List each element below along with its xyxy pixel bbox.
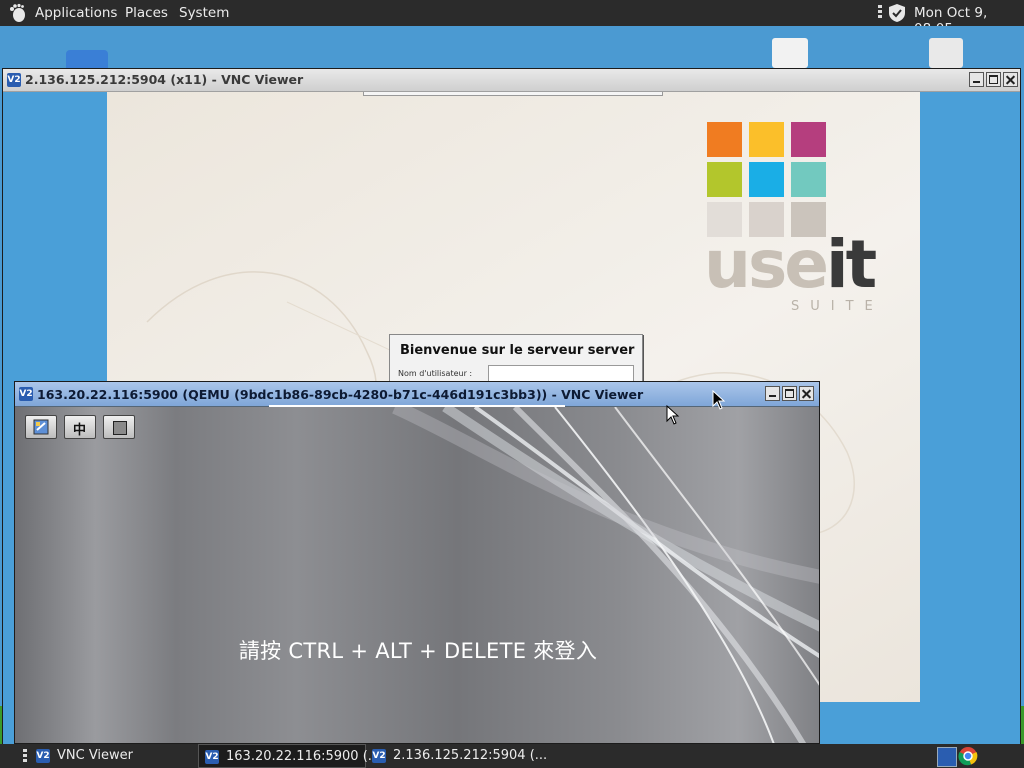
close-icon[interactable] bbox=[1003, 72, 1018, 87]
logo-tile bbox=[791, 162, 826, 197]
desktop-document-icon[interactable] bbox=[929, 38, 963, 68]
vnc-window-front[interactable]: V2 163.20.22.116:5900 (QEMU (9bdc1b86-89… bbox=[14, 381, 820, 744]
maximize-icon[interactable] bbox=[782, 386, 797, 401]
window-title: 163.20.22.116:5900 (QEMU (9bdc1b86-89cb-… bbox=[37, 387, 644, 402]
taskbar-item-front-vnc[interactable]: V2 163.20.22.116:5900 (... bbox=[198, 744, 380, 768]
vnc-viewer-icon: V2 bbox=[7, 73, 21, 87]
login-prompt: 請按 CTRL + ALT + DELETE 來登入 bbox=[238, 639, 598, 663]
keyboard-button[interactable] bbox=[25, 415, 57, 439]
menu-places[interactable]: Places bbox=[125, 5, 168, 21]
shield-icon[interactable] bbox=[887, 3, 907, 23]
logo-tile bbox=[749, 162, 784, 197]
desktop-folder-icon[interactable] bbox=[66, 50, 108, 68]
top-panel: Applications Places System Mon Oct 9, 08… bbox=[0, 0, 1024, 37]
maximize-icon[interactable] bbox=[986, 72, 1001, 87]
brand-wordmark: useit bbox=[704, 226, 877, 303]
ime-icon: 中 bbox=[73, 423, 87, 438]
logo-tile bbox=[707, 122, 742, 157]
window-titlebar[interactable]: V2 163.20.22.116:5900 (QEMU (9bdc1b86-89… bbox=[15, 382, 819, 407]
vnc-viewer-icon: V2 bbox=[372, 749, 386, 763]
ime-button[interactable]: 中 bbox=[64, 415, 96, 439]
taskbar: V2 VNC Viewer V2 163.20.22.116:5900 (...… bbox=[0, 744, 1024, 768]
taskbar-item-back-vnc[interactable]: V2 2.136.125.212:5904 (... bbox=[366, 744, 547, 768]
remote-desktop-screen[interactable]: 中 請按 CTRL + ALT + DELETE 來登入 bbox=[15, 407, 819, 743]
username-label: Nom d'utilisateur : bbox=[398, 369, 473, 378]
tray-vnc-icon[interactable] bbox=[937, 747, 957, 767]
taskbar-item-label: 2.136.125.212:5904 (... bbox=[393, 748, 548, 763]
minimize-icon[interactable] bbox=[969, 72, 984, 87]
taskbar-item-vnc-viewer[interactable]: V2 VNC Viewer bbox=[30, 744, 196, 768]
logo-tile bbox=[791, 122, 826, 157]
keyboard-icon bbox=[33, 419, 49, 435]
taskbar-item-label: VNC Viewer bbox=[57, 748, 134, 763]
minimize-icon[interactable] bbox=[765, 386, 780, 401]
login-title: Bienvenue sur le serveur server bbox=[400, 343, 635, 358]
square-icon bbox=[113, 421, 127, 435]
brand-suite-label: SUITE bbox=[791, 299, 884, 314]
taskbar-item-label: 163.20.22.116:5900 (... bbox=[226, 749, 381, 764]
vnc-viewer-icon: V2 bbox=[205, 750, 219, 764]
menu-applications[interactable]: Applications bbox=[35, 5, 117, 21]
taskbar-handle-icon[interactable] bbox=[22, 749, 28, 763]
chrome-icon[interactable] bbox=[958, 746, 978, 766]
light-streaks-decoration bbox=[392, 407, 819, 743]
close-icon[interactable] bbox=[799, 386, 814, 401]
gnome-foot-icon[interactable] bbox=[7, 3, 27, 23]
square-button[interactable] bbox=[103, 415, 135, 439]
menu-system[interactable]: System bbox=[179, 5, 229, 21]
panel-handle-icon[interactable] bbox=[877, 5, 883, 21]
mouse-cursor-icon bbox=[666, 405, 680, 425]
window-titlebar[interactable]: V2 2.136.125.212:5904 (x11) - VNC Viewer bbox=[3, 69, 1020, 92]
vnc-viewer-icon: V2 bbox=[19, 387, 33, 401]
desktop-file-icon[interactable] bbox=[772, 38, 808, 68]
mouse-cursor-icon bbox=[712, 390, 726, 410]
vnc-viewer-icon: V2 bbox=[36, 749, 50, 763]
logo-tile bbox=[749, 122, 784, 157]
window-title: 2.136.125.212:5904 (x11) - VNC Viewer bbox=[25, 72, 304, 87]
logo-tile bbox=[707, 162, 742, 197]
